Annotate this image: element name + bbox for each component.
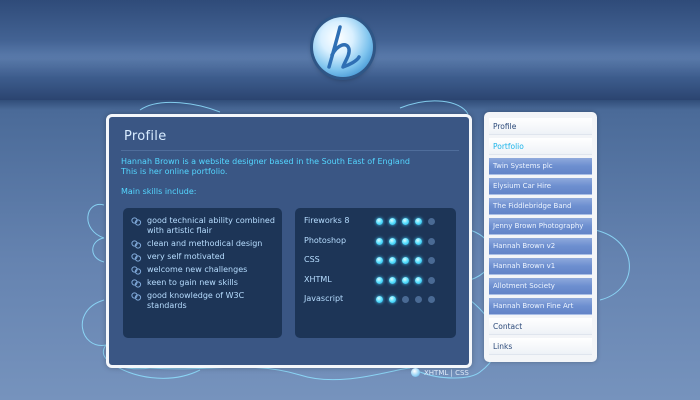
rating-dot-empty <box>428 296 435 303</box>
intro-text: Hannah Brown is a website designer based… <box>121 157 461 177</box>
skill-bullet-icon <box>131 240 142 249</box>
rating-dot-filled <box>389 237 396 245</box>
rating-dot-filled <box>402 237 409 245</box>
skill-bullet-icon <box>131 292 142 301</box>
rating-dot-filled <box>389 218 396 225</box>
skill-item: good knowledge of W3C standards <box>131 291 275 311</box>
skill-text: good technical ability combined with art… <box>147 216 275 235</box>
rating-dot-filled <box>402 218 409 225</box>
rating-dot-filled <box>402 257 409 264</box>
sidebar-nav: Profile Portfolio Twin Systems plc Elysium … <box>484 112 597 362</box>
rating-row: Javascript <box>304 294 454 306</box>
intro-line: Hannah Brown is a website designer based… <box>121 157 410 166</box>
sidebar-item-hannah-brown-fine-art[interactable]: Hannah Brown Fine Art <box>489 298 592 315</box>
rating-dot-filled <box>415 218 422 225</box>
profile-panel: Profile Hannah Brown is a website design… <box>106 114 472 368</box>
skills-list: good technical ability combined with art… <box>123 208 282 311</box>
intro-line: This is her online portfolio. <box>121 167 228 176</box>
rating-label: Javascript <box>304 294 344 303</box>
skill-ratings-box: Fireworks 8 Photoshop CSS XHTML Javascript <box>295 208 456 338</box>
rating-label: Photoshop <box>304 235 347 245</box>
skill-text: clean and methodical design <box>147 239 263 248</box>
rating-dot-filled <box>415 237 422 245</box>
rating-dot-filled <box>389 257 396 264</box>
rating-row: CSS <box>304 255 454 267</box>
skill-bullet-icon <box>131 253 142 262</box>
rating-label: CSS <box>304 255 320 264</box>
skills-list-box: good technical ability combined with art… <box>123 208 282 338</box>
rating-label: XHTML <box>304 274 332 284</box>
rating-dot-filled <box>376 218 383 225</box>
rating-dot-filled <box>389 296 396 303</box>
title-divider <box>121 150 459 151</box>
rating-dot-empty <box>428 218 435 225</box>
rating-dot-empty <box>415 296 422 303</box>
sidebar-item-links[interactable]: Links <box>489 338 592 355</box>
sidebar-item-allotment-society[interactable]: Allotment Society <box>489 278 592 295</box>
skill-item: welcome new challenges <box>131 265 275 275</box>
skill-text: good knowledge of W3C standards <box>147 291 245 310</box>
page-title: Profile <box>124 129 167 144</box>
skill-item: very self motivated <box>131 252 275 262</box>
sidebar-item-the-fiddlebridge-band[interactable]: The Fiddlebridge Band <box>489 198 592 215</box>
sidebar-item-hannah-brown-v1[interactable]: Hannah Brown v1 <box>489 258 592 275</box>
site-logo[interactable] <box>313 17 373 77</box>
rating-dot-empty <box>428 257 435 264</box>
skill-bullet-icon <box>131 217 142 226</box>
sidebar-item-profile[interactable]: Profile <box>489 118 592 135</box>
skill-bullet-icon <box>131 279 142 288</box>
rating-row: Fireworks 8 <box>304 216 454 228</box>
rating-dot-filled <box>376 296 383 303</box>
validation-links[interactable]: XHTML | CSS <box>424 369 469 377</box>
check-icon <box>411 368 420 377</box>
skill-text: very self motivated <box>147 252 225 261</box>
skill-text: welcome new challenges <box>147 265 248 274</box>
rating-row: XHTML <box>304 275 454 287</box>
rating-label: Fireworks 8 <box>304 216 350 225</box>
sidebar-item-jenny-brown-photography[interactable]: Jenny Brown Photography <box>489 218 592 235</box>
sidebar-item-portfolio[interactable]: Portfolio <box>489 138 592 155</box>
skill-text: keen to gain new skills <box>147 278 238 287</box>
rating-row: Photoshop <box>304 236 454 248</box>
sidebar-item-elysium-car-hire[interactable]: Elysium Car Hire <box>489 178 592 195</box>
sidebar-item-contact[interactable]: Contact <box>489 318 592 335</box>
sidebar-item-twin-systems-plc[interactable]: Twin Systems plc <box>489 158 592 175</box>
rating-dot-empty <box>428 276 435 284</box>
rating-dot-filled <box>402 276 409 284</box>
skill-item: keen to gain new skills <box>131 278 275 288</box>
rating-dot-filled <box>389 276 396 284</box>
skills-label: Main skills include: <box>121 187 197 196</box>
skill-item: clean and methodical design <box>131 239 275 249</box>
rating-dot-filled <box>415 257 422 264</box>
rating-dot-empty <box>402 296 409 303</box>
skill-bullet-icon <box>131 266 142 275</box>
rating-dot-empty <box>428 237 435 245</box>
rating-dot-filled <box>415 276 422 284</box>
sidebar-item-hannah-brown-v2[interactable]: Hannah Brown v2 <box>489 238 592 255</box>
skill-item: good technical ability combined with art… <box>131 216 275 236</box>
rating-dot-filled <box>376 257 383 264</box>
rating-dot-filled <box>376 276 383 284</box>
rating-dot-filled <box>376 237 383 245</box>
logo-h-icon <box>327 25 361 69</box>
